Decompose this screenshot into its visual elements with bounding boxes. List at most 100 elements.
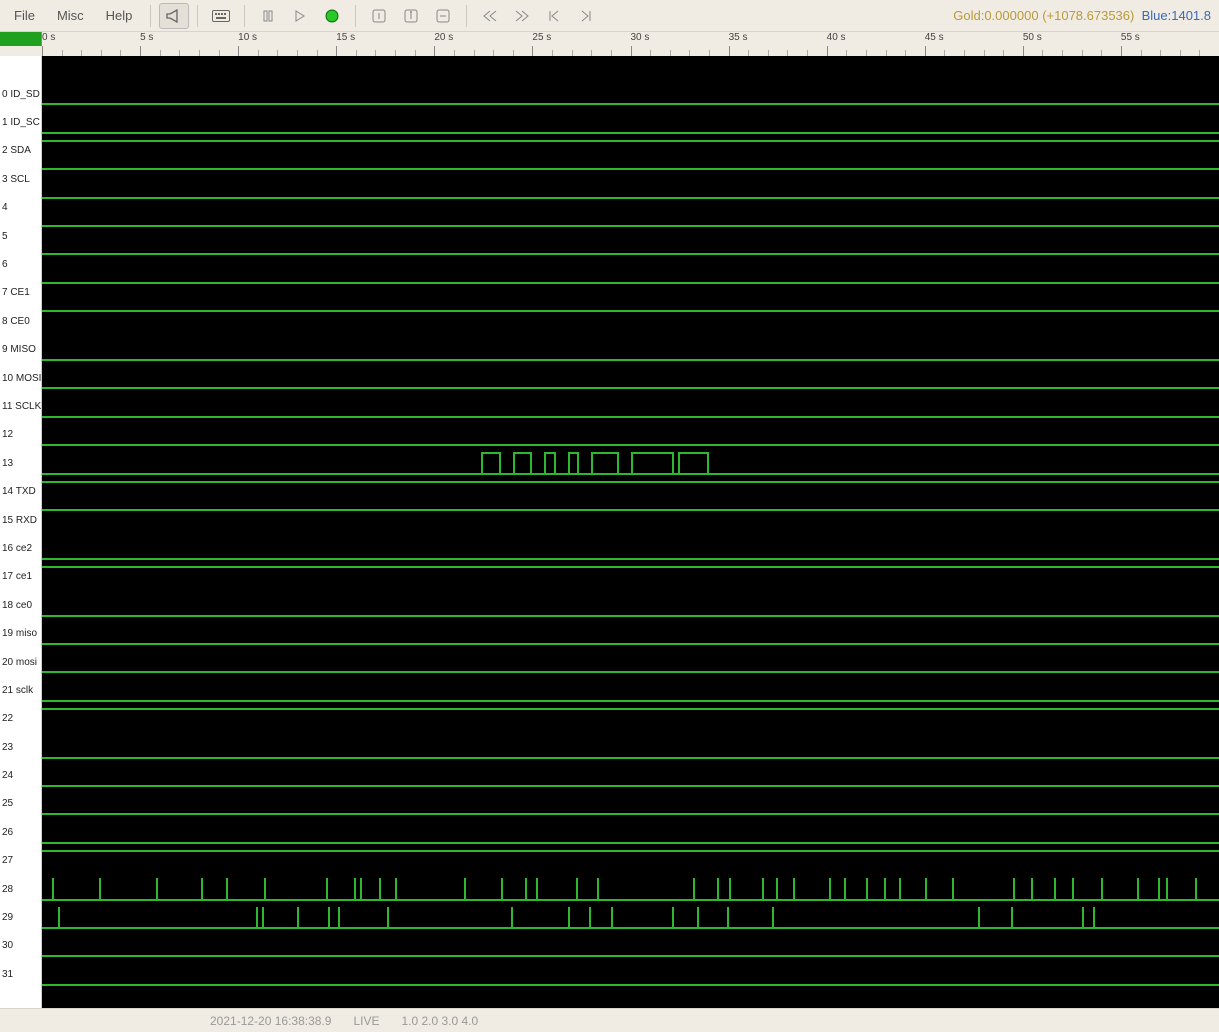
channel-label[interactable]: 1 ID_SC	[0, 108, 41, 136]
menu-misc[interactable]: Misc	[47, 4, 94, 27]
channel-label[interactable]: 21 sclk	[0, 676, 41, 704]
separator	[244, 5, 245, 27]
channel-label[interactable]: 25	[0, 790, 41, 818]
channel-row[interactable]	[42, 449, 1219, 477]
channel-row[interactable]	[42, 108, 1219, 136]
channel-label[interactable]: 14 TXD	[0, 477, 41, 505]
run-led-icon[interactable]	[317, 3, 347, 29]
spike	[99, 878, 101, 900]
channel-label[interactable]: 18 ce0	[0, 591, 41, 619]
channel-row[interactable]	[42, 960, 1219, 988]
ruler-track[interactable]: 0 s5 s10 s15 s20 s25 s30 s35 s40 s45 s50…	[42, 32, 1219, 56]
menubar: File Misc Help Gold:0.000000 (+1078	[0, 0, 1219, 32]
channel-row[interactable]	[42, 733, 1219, 761]
spike	[1158, 878, 1160, 900]
go-end-icon[interactable]	[571, 3, 601, 29]
channel-row[interactable]	[42, 80, 1219, 108]
channel-label[interactable]: 23	[0, 733, 41, 761]
spike	[729, 878, 731, 900]
channel-label[interactable]: 16 ce2	[0, 534, 41, 562]
spike	[360, 878, 362, 900]
channel-label[interactable]: 5	[0, 222, 41, 250]
keyboard-icon[interactable]	[206, 3, 236, 29]
channel-row[interactable]	[42, 762, 1219, 790]
pause-icon[interactable]	[253, 3, 283, 29]
channel-label[interactable]: 15 RXD	[0, 506, 41, 534]
gold-delta: (+1078.673536)	[1042, 8, 1134, 23]
channel-label[interactable]: 27	[0, 847, 41, 875]
channel-row[interactable]	[42, 336, 1219, 364]
channel-label[interactable]: 17 ce1	[0, 563, 41, 591]
trace-line	[42, 416, 1219, 418]
channel-label[interactable]: 4	[0, 194, 41, 222]
waveform-canvas[interactable]	[42, 56, 1219, 1008]
separator	[466, 5, 467, 27]
channel-label[interactable]: 28	[0, 875, 41, 903]
play-icon[interactable]	[285, 3, 315, 29]
next-page-icon[interactable]	[507, 3, 537, 29]
channel-row[interactable]	[42, 932, 1219, 960]
channel-label[interactable]: 0 ID_SD	[0, 80, 41, 108]
channel-row[interactable]	[42, 506, 1219, 534]
trace-line	[42, 168, 1219, 170]
gold-label: Gold:	[953, 8, 984, 23]
channel-label[interactable]: 12	[0, 421, 41, 449]
time-ruler[interactable]: 0 s5 s10 s15 s20 s25 s30 s35 s40 s45 s50…	[0, 32, 1219, 56]
channel-label[interactable]: 19 miso	[0, 619, 41, 647]
channel-row[interactable]	[42, 818, 1219, 846]
channel-row[interactable]	[42, 847, 1219, 875]
channel-row[interactable]	[42, 364, 1219, 392]
spike	[264, 878, 266, 900]
channel-row[interactable]	[42, 421, 1219, 449]
channel-label[interactable]: 10 MOSI	[0, 364, 41, 392]
trace-line	[42, 955, 1219, 957]
channel-label[interactable]: 3 SCL	[0, 165, 41, 193]
channel-row[interactable]	[42, 790, 1219, 818]
channel-label[interactable]: 31	[0, 960, 41, 988]
announce-icon[interactable]	[159, 3, 189, 29]
channel-label[interactable]: 29	[0, 903, 41, 931]
spike	[1093, 907, 1095, 929]
channel-label[interactable]: 24	[0, 761, 41, 789]
channel-label[interactable]: 2 SDA	[0, 137, 41, 165]
channel-label[interactable]: 26	[0, 818, 41, 846]
channel-row[interactable]	[42, 165, 1219, 193]
go-start-icon[interactable]	[539, 3, 569, 29]
menu-file[interactable]: File	[4, 4, 45, 27]
channel-row[interactable]	[42, 222, 1219, 250]
zoom-out-icon[interactable]	[396, 3, 426, 29]
channel-row[interactable]	[42, 194, 1219, 222]
channel-label[interactable]: 8 CE0	[0, 307, 41, 335]
channel-row[interactable]	[42, 392, 1219, 420]
zoom-fit-icon[interactable]	[428, 3, 458, 29]
channel-row[interactable]	[42, 904, 1219, 932]
channel-row[interactable]	[42, 478, 1219, 506]
prev-page-icon[interactable]	[475, 3, 505, 29]
spike	[379, 878, 381, 900]
channel-label[interactable]: 7 CE1	[0, 279, 41, 307]
trace-line	[42, 310, 1219, 312]
channel-label[interactable]: 11 SCLK	[0, 392, 41, 420]
channel-row[interactable]	[42, 307, 1219, 335]
channel-row[interactable]	[42, 875, 1219, 903]
channel-label[interactable]: 9 MISO	[0, 336, 41, 364]
menu-help[interactable]: Help	[96, 4, 143, 27]
channel-label[interactable]: 13	[0, 449, 41, 477]
spike	[387, 907, 389, 929]
channel-label[interactable]: 20 mosi	[0, 648, 41, 676]
channel-row[interactable]	[42, 648, 1219, 676]
channel-row[interactable]	[42, 279, 1219, 307]
channel-row[interactable]	[42, 250, 1219, 278]
spike	[762, 878, 764, 900]
channel-row[interactable]	[42, 705, 1219, 733]
channel-row[interactable]	[42, 676, 1219, 704]
channel-row[interactable]	[42, 620, 1219, 648]
channel-row[interactable]	[42, 591, 1219, 619]
channel-label[interactable]: 22	[0, 705, 41, 733]
channel-label[interactable]: 6	[0, 250, 41, 278]
channel-row[interactable]	[42, 563, 1219, 591]
channel-label[interactable]: 30	[0, 932, 41, 960]
channel-row[interactable]	[42, 137, 1219, 165]
channel-row[interactable]	[42, 534, 1219, 562]
zoom-in-icon[interactable]	[364, 3, 394, 29]
